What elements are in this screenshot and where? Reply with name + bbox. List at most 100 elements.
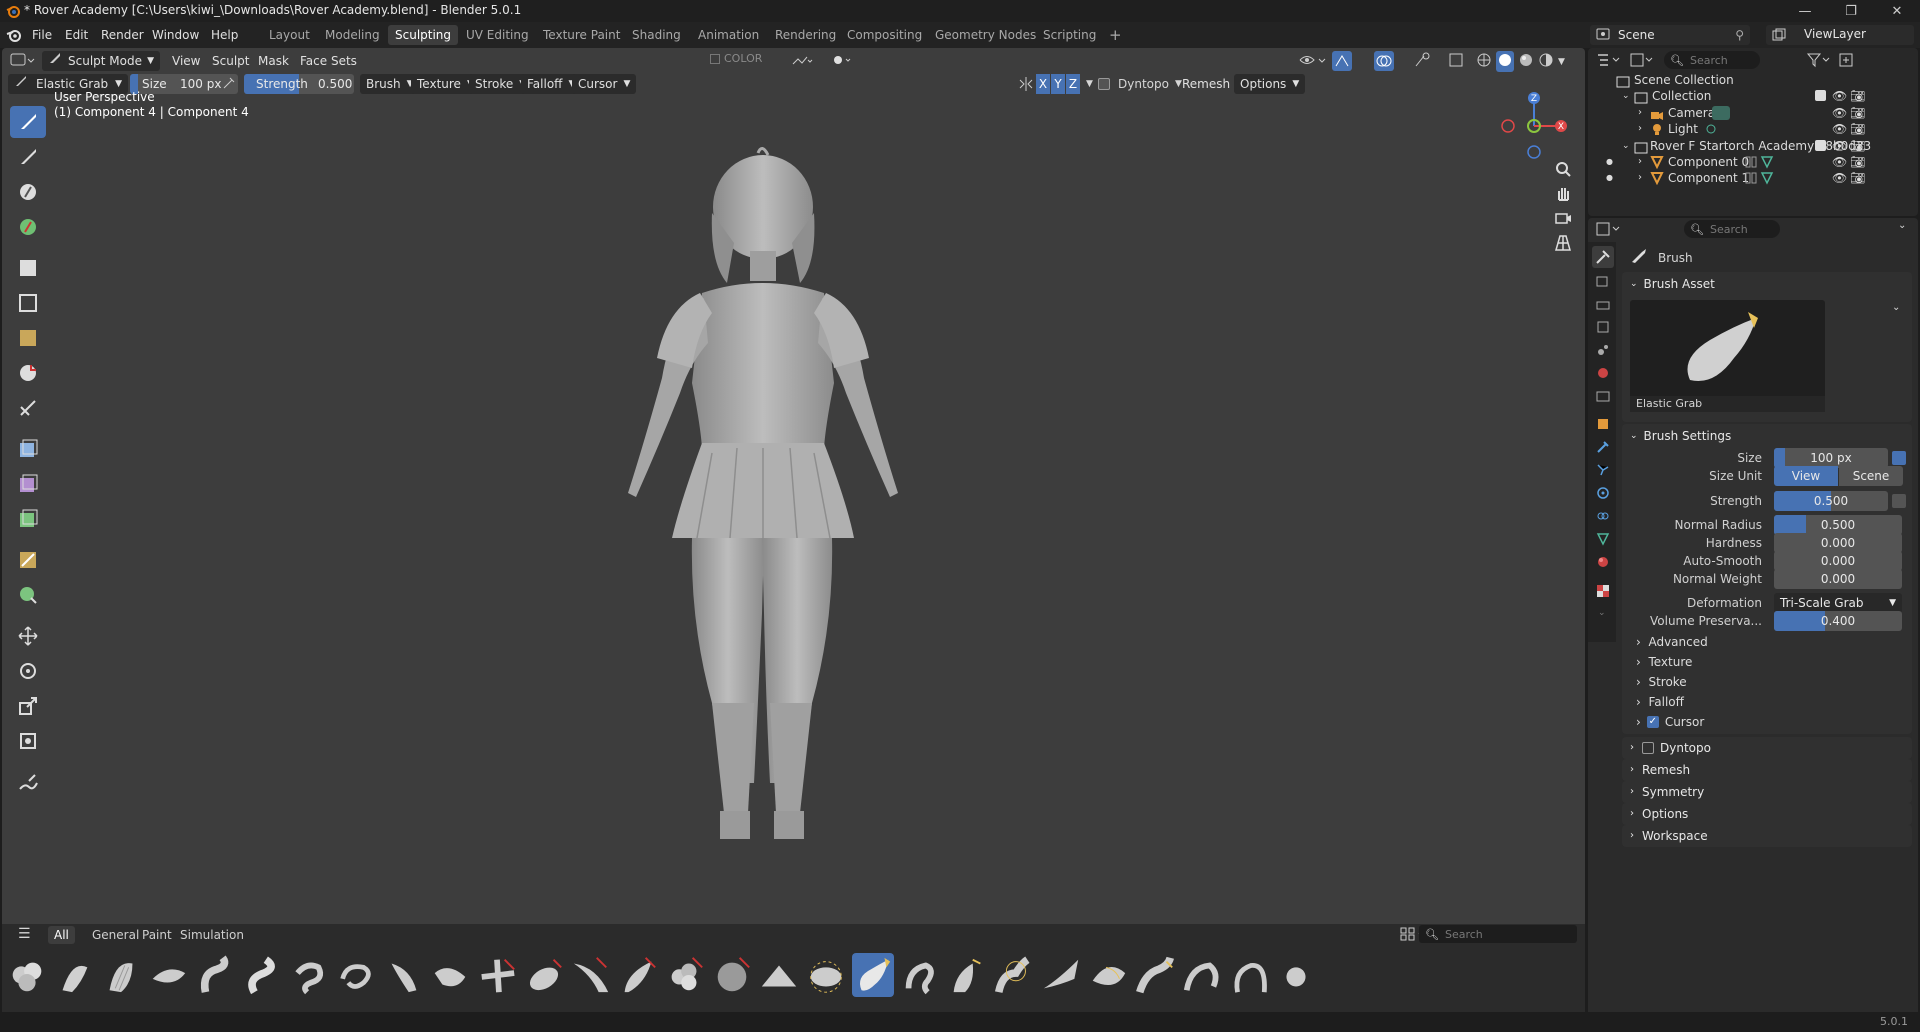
- tab-scripting[interactable]: Scripting: [1036, 25, 1103, 45]
- menu-face-sets[interactable]: Face Sets: [294, 51, 363, 71]
- gizmo-toggle-icon[interactable]: [1332, 51, 1352, 71]
- solid-shading-icon[interactable]: [1496, 51, 1514, 72]
- normal-weight-field[interactable]: 0.000: [1774, 569, 1902, 589]
- visibility-icon[interactable]: [1298, 52, 1328, 71]
- brush-thumbnail[interactable]: [476, 953, 518, 997]
- minimize-button[interactable]: —: [1782, 0, 1828, 22]
- dyntopo-checkbox[interactable]: [1098, 78, 1110, 90]
- properties-editor-type-icon[interactable]: [1596, 221, 1624, 240]
- brush-thumbnail[interactable]: [1134, 953, 1176, 997]
- tab-geometry-nodes[interactable]: Geometry Nodes: [928, 25, 1043, 45]
- tab-modeling[interactable]: Modeling: [318, 25, 387, 45]
- menu-render[interactable]: Render: [94, 22, 151, 48]
- brush-thumbnail[interactable]: [241, 953, 283, 997]
- tool-mesh-filter[interactable]: [10, 433, 46, 465]
- cursor-checkbox[interactable]: ✓: [1646, 716, 1659, 728]
- output-tab-icon[interactable]: [1596, 297, 1610, 314]
- sculpt-model[interactable]: [562, 143, 962, 943]
- tool-box-hide[interactable]: [10, 287, 46, 319]
- exclude-checkbox[interactable]: [1815, 90, 1826, 101]
- physics-tab-icon[interactable]: [1596, 486, 1610, 503]
- pin-icon[interactable]: ⚲: [1735, 28, 1744, 42]
- tab-layout[interactable]: Layout: [262, 25, 317, 45]
- chevron-down-icon[interactable]: ⌄: [1892, 302, 1900, 313]
- eye-icon[interactable]: 👁︎: [1832, 168, 1847, 188]
- panel-symmetry[interactable]: › Symmetry: [1622, 781, 1912, 803]
- modifier-tab-icon[interactable]: [1596, 440, 1610, 457]
- tab-shading[interactable]: Shading: [625, 25, 688, 45]
- camera-view-icon[interactable]: [1554, 209, 1572, 230]
- tab-sculpting[interactable]: Sculpting: [388, 25, 459, 45]
- brush-thumbnail[interactable]: [100, 953, 142, 997]
- tool-rotate[interactable]: [10, 655, 46, 687]
- properties-search-input[interactable]: 🔍︎ Search: [1684, 220, 1780, 238]
- tool-move[interactable]: [10, 620, 46, 652]
- brush-thumbnail[interactable]: [946, 953, 988, 997]
- tool-box-mask[interactable]: [10, 252, 46, 284]
- menu-sculpt[interactable]: Sculpt: [206, 51, 255, 71]
- menu-view[interactable]: View: [166, 51, 206, 71]
- brush-thumbnail[interactable]: [335, 953, 377, 997]
- brush-thumbnail[interactable]: [1228, 953, 1270, 997]
- tool-paint[interactable]: [10, 141, 46, 173]
- snapping-icon[interactable]: [832, 53, 856, 70]
- navigation-gizmo[interactable]: Z X: [1494, 86, 1584, 166]
- tab-compositing[interactable]: Compositing: [840, 25, 929, 45]
- brush-thumbnail[interactable]: [147, 953, 189, 997]
- brush-thumbnail[interactable]: [6, 953, 48, 997]
- wireframe-shading-icon[interactable]: [1476, 52, 1492, 71]
- panel-remesh[interactable]: › Remesh: [1622, 759, 1912, 781]
- world-tab-icon[interactable]: [1596, 366, 1610, 383]
- brush-thumbnail[interactable]: [1181, 953, 1223, 997]
- tool-box-trim[interactable]: [10, 357, 46, 389]
- tool-mask-by-color[interactable]: [10, 579, 46, 611]
- strength-field[interactable]: Strength 0.500: [244, 74, 354, 94]
- blender-menu-icon[interactable]: [6, 27, 22, 46]
- brush-preview[interactable]: Elastic Grab: [1630, 300, 1825, 412]
- dyntopo-toggle[interactable]: Dyntopo ▼: [1098, 74, 1182, 94]
- tool-tab-icon[interactable]: [1592, 246, 1614, 268]
- particles-tab-icon[interactable]: [1596, 463, 1610, 480]
- tool-annotate[interactable]: [10, 766, 46, 798]
- brush-thumbnail[interactable]: [194, 953, 236, 997]
- zoom-icon[interactable]: [1554, 160, 1572, 181]
- scene-tab-icon[interactable]: [1596, 343, 1610, 360]
- deformation-dropdown[interactable]: Tri-Scale Grab ▼: [1774, 593, 1902, 613]
- maximize-button[interactable]: ❐: [1828, 0, 1874, 22]
- brush-thumbnail[interactable]: [805, 953, 847, 997]
- constraints-tab-icon[interactable]: [1596, 509, 1610, 526]
- panel-workspace[interactable]: › Workspace: [1622, 825, 1912, 847]
- view-layer-tab-icon[interactable]: [1596, 320, 1610, 337]
- tab-rendering[interactable]: Rendering: [768, 25, 843, 45]
- tool-scale[interactable]: [10, 690, 46, 722]
- brush-thumbnail[interactable]: [523, 953, 565, 997]
- transform-pivot-icon[interactable]: [792, 54, 814, 71]
- tool-line-project[interactable]: [10, 392, 46, 424]
- render-tab-icon[interactable]: [1596, 274, 1610, 291]
- xray-icon[interactable]: [1414, 52, 1474, 71]
- brush-thumbnail[interactable]: [993, 953, 1035, 997]
- brush-thumbnail[interactable]: [617, 953, 659, 997]
- brush-thumbnail[interactable]: [1040, 953, 1082, 997]
- brush-thumbnail[interactable]: [288, 953, 330, 997]
- filter-icon[interactable]: [1806, 52, 1834, 71]
- camera-render-icon[interactable]: 📷︎: [1850, 168, 1865, 188]
- object-tab-icon[interactable]: [1596, 417, 1610, 434]
- close-button[interactable]: ✕: [1874, 0, 1920, 22]
- data-tab-icon[interactable]: [1596, 532, 1610, 549]
- outliner-row-component-1[interactable]: ● › Component 1 👁︎ 📷︎: [1588, 168, 1918, 188]
- shading-dropdown-icon[interactable]: ▼: [1558, 57, 1565, 67]
- tab-texture-paint[interactable]: Texture Paint: [536, 25, 627, 45]
- chevron-down-icon[interactable]: ⌄: [1898, 220, 1906, 231]
- cursor-dropdown[interactable]: Cursor ▼: [572, 74, 637, 94]
- size-field[interactable]: 100 px: [1774, 448, 1888, 468]
- 3d-viewport[interactable]: Sculpt Mode ▼ View Sculpt Mask Face Sets…: [2, 48, 1585, 945]
- panel-dyntopo[interactable]: › Dyntopo: [1622, 737, 1912, 759]
- texture-tab-icon[interactable]: [1596, 584, 1610, 601]
- shelf-tab-simulation[interactable]: Simulation: [174, 926, 250, 944]
- brush-thumbnail[interactable]: [852, 953, 894, 997]
- menu-mask[interactable]: Mask: [252, 51, 295, 71]
- brush-thumbnail[interactable]: [711, 953, 753, 997]
- tool-transform[interactable]: [10, 725, 46, 757]
- tool-cloth-filter[interactable]: [10, 468, 46, 500]
